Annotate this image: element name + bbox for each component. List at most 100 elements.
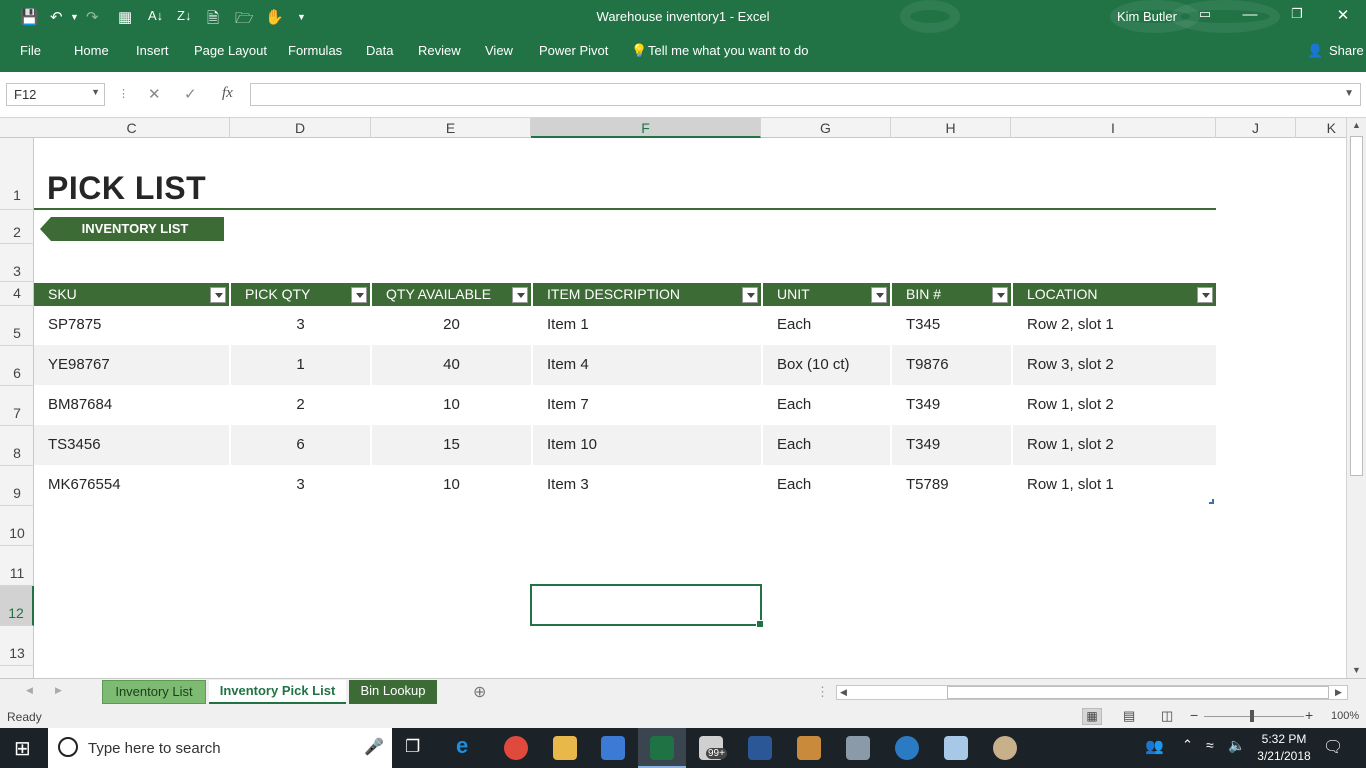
row-header[interactable]: 13 — [0, 626, 34, 666]
tab-formulas[interactable]: Formulas — [288, 43, 342, 58]
table-cell[interactable]: 3 — [231, 305, 370, 345]
table-cell[interactable]: Box (10 ct) — [763, 345, 890, 385]
app-icon[interactable] — [895, 736, 919, 760]
edge-icon[interactable]: e — [456, 733, 468, 759]
table-cell[interactable]: SP7875 — [34, 305, 229, 345]
table-cell[interactable]: Row 3, slot 2 — [1013, 345, 1216, 385]
table-cell[interactable]: Each — [763, 385, 890, 425]
horizontal-scroll-thumb[interactable] — [947, 686, 1329, 699]
chrome-icon[interactable] — [504, 736, 528, 760]
table-cell[interactable]: Row 2, slot 1 — [1013, 305, 1216, 345]
table-cell[interactable]: 2 — [231, 385, 370, 425]
table-cell[interactable]: Each — [763, 305, 890, 345]
column-header-j[interactable]: J — [1216, 118, 1296, 138]
tab-inventory-pick-list[interactable]: Inventory Pick List — [209, 680, 346, 704]
formula-input[interactable]: ▼ — [250, 83, 1361, 106]
table-cell[interactable]: Item 10 — [533, 425, 761, 465]
table-cell[interactable]: YE98767 — [34, 345, 229, 385]
table-cell[interactable]: Each — [763, 425, 890, 465]
table-cell[interactable]: Item 1 — [533, 305, 761, 345]
tell-me-search[interactable]: Tell me what you want to do — [648, 43, 808, 58]
user-name[interactable]: Kim Butler — [1117, 9, 1177, 24]
inventory-list-button[interactable]: INVENTORY LIST — [40, 217, 224, 241]
normal-view-icon[interactable]: ▦ — [1082, 708, 1102, 725]
chevron-down-icon[interactable]: ▼ — [91, 87, 100, 97]
word-icon[interactable] — [748, 736, 772, 760]
table-cell[interactable]: Row 1, slot 1 — [1013, 465, 1216, 505]
share-button[interactable]: Share — [1329, 43, 1364, 58]
zoom-out-icon[interactable]: − — [1190, 707, 1198, 723]
next-sheet-icon[interactable]: ▶ — [55, 685, 62, 696]
table-cell[interactable]: MK676554 — [34, 465, 229, 505]
tab-view[interactable]: View — [485, 43, 513, 58]
taskbar-search[interactable]: Type here to search 🎤 — [48, 728, 392, 768]
restore-icon[interactable]: ❐ — [1287, 6, 1307, 22]
enter-icon[interactable]: ✓ — [184, 85, 197, 103]
table-cell[interactable]: 10 — [372, 465, 531, 505]
app-icon[interactable] — [846, 736, 870, 760]
table-cell[interactable]: T349 — [892, 425, 1011, 465]
microphone-icon[interactable]: 🎤 — [364, 737, 384, 757]
filter-dropdown-icon[interactable] — [992, 287, 1008, 303]
tab-file[interactable]: File — [20, 43, 41, 58]
paint-icon[interactable] — [993, 736, 1017, 760]
filter-dropdown-icon[interactable] — [351, 287, 367, 303]
table-cell[interactable]: T9876 — [892, 345, 1011, 385]
column-header-k[interactable]: K — [1296, 118, 1346, 138]
share-person-icon[interactable]: 👤 — [1307, 43, 1323, 59]
row-header[interactable]: 10 — [0, 506, 34, 546]
zoom-in-icon[interactable]: + — [1305, 707, 1313, 723]
worksheet-grid[interactable]: PICK LIST INVENTORY LIST SKU PICK QTY QT… — [34, 138, 1346, 678]
column-header-e[interactable]: E — [371, 118, 531, 138]
row-header[interactable]: 6 — [0, 346, 34, 386]
previous-sheet-icon[interactable]: ◀ — [26, 685, 33, 696]
table-cell[interactable]: 1 — [231, 345, 370, 385]
clock-date[interactable]: 3/21/2018 — [1255, 749, 1313, 763]
zoom-slider-thumb[interactable] — [1250, 710, 1254, 722]
page-layout-view-icon[interactable]: ▤ — [1123, 708, 1135, 724]
windows-start-icon[interactable]: ⊞ — [14, 736, 31, 761]
row-header[interactable]: 4 — [0, 282, 34, 306]
wifi-icon[interactable]: ≈ — [1206, 737, 1214, 753]
row-header[interactable]: 3 — [0, 244, 34, 282]
active-cell-f12[interactable] — [530, 584, 764, 628]
tab-power-pivot[interactable]: Power Pivot — [539, 43, 608, 58]
table-cell[interactable]: Item 3 — [533, 465, 761, 505]
row-header[interactable]: 5 — [0, 306, 34, 346]
tab-page-layout[interactable]: Page Layout — [194, 43, 267, 58]
insert-function-icon[interactable]: fx — [222, 85, 233, 102]
table-cell[interactable]: Row 1, slot 2 — [1013, 425, 1216, 465]
cancel-icon[interactable]: ✕ — [148, 85, 161, 103]
filter-dropdown-icon[interactable] — [512, 287, 528, 303]
scroll-right-icon[interactable]: ▶ — [1335, 687, 1342, 698]
table-cell[interactable]: T345 — [892, 305, 1011, 345]
page-break-preview-icon[interactable]: ◫ — [1161, 708, 1173, 724]
add-sheet-icon[interactable]: ⊕ — [473, 682, 486, 702]
sorted-filter-dropdown-icon[interactable] — [1197, 287, 1213, 303]
column-header-f[interactable]: F — [531, 118, 761, 138]
app-icon[interactable] — [944, 736, 968, 760]
people-icon[interactable]: 👥 — [1145, 737, 1164, 755]
row-header[interactable]: 9 — [0, 466, 34, 506]
close-icon[interactable]: ✕ — [1333, 6, 1353, 24]
show-hidden-icons-icon[interactable]: ⌃ — [1182, 737, 1193, 753]
app-icon[interactable] — [797, 736, 821, 760]
clock-time[interactable]: 5:32 PM — [1257, 732, 1311, 746]
tab-inventory-list[interactable]: Inventory List — [102, 680, 206, 704]
row-header[interactable]: 1 — [0, 138, 34, 210]
ribbon-display-options-icon[interactable]: ▭ — [1195, 6, 1215, 22]
expand-formula-icon[interactable]: ▼ — [1344, 88, 1354, 99]
scroll-left-icon[interactable]: ◀ — [840, 687, 847, 698]
column-header-c[interactable]: C — [34, 118, 230, 138]
table-cell[interactable]: T349 — [892, 385, 1011, 425]
row-header[interactable]: 11 — [0, 546, 34, 586]
file-explorer-icon[interactable] — [553, 736, 577, 760]
task-view-icon[interactable]: ❐ — [405, 737, 420, 757]
table-cell[interactable]: Item 4 — [533, 345, 761, 385]
table-cell[interactable]: BM87684 — [34, 385, 229, 425]
excel-icon[interactable] — [650, 736, 674, 760]
minimize-icon[interactable]: — — [1240, 6, 1260, 23]
table-cell[interactable]: 10 — [372, 385, 531, 425]
table-cell[interactable]: Row 1, slot 2 — [1013, 385, 1216, 425]
table-cell[interactable]: 15 — [372, 425, 531, 465]
